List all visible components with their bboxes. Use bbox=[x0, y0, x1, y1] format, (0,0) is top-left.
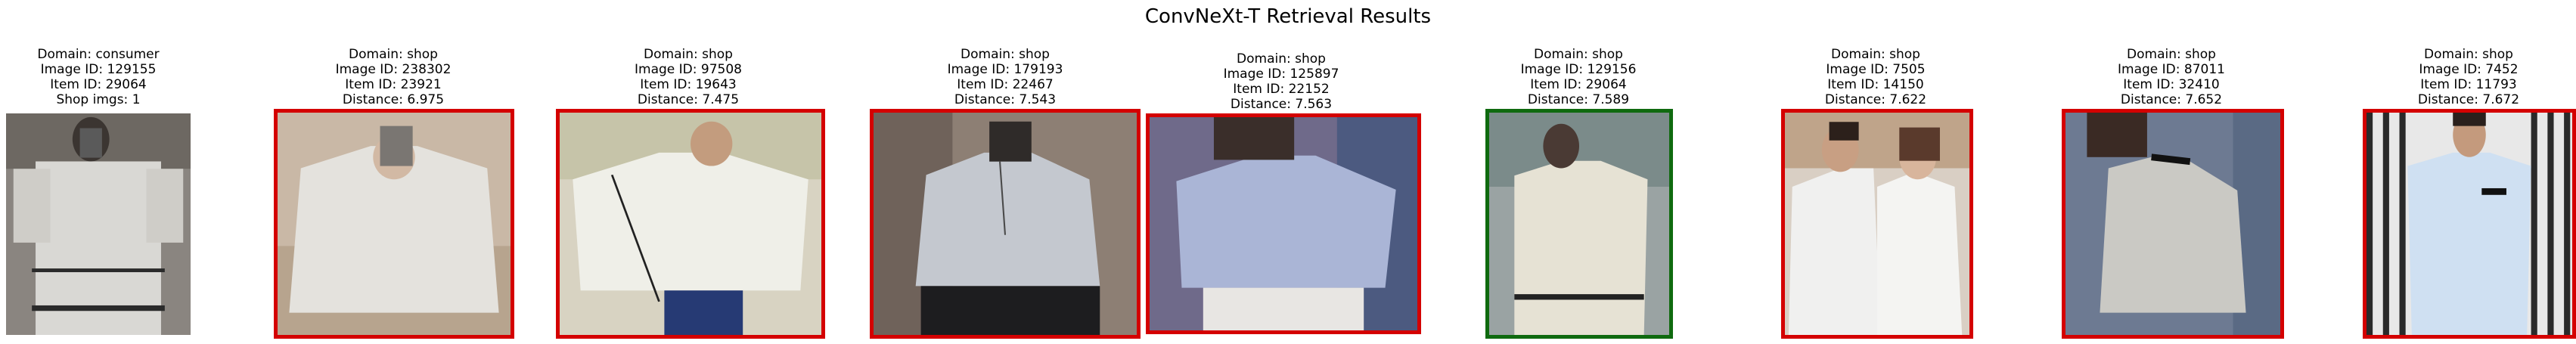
result-image-id: Image ID: 179193 bbox=[947, 62, 1063, 77]
result-caption: Domain: shop Image ID: 97508 Item ID: 19… bbox=[552, 47, 824, 107]
result-item-id: Item ID: 11793 bbox=[2420, 77, 2517, 92]
result-panel-7: Domain: shop Image ID: 87011 Item ID: 32… bbox=[2060, 0, 2284, 344]
query-domain: Domain: consumer bbox=[37, 47, 160, 62]
result-caption: Domain: shop Image ID: 7452 Item ID: 117… bbox=[2361, 47, 2576, 107]
result-distance: Distance: 7.475 bbox=[637, 92, 740, 107]
result-panel-2: Domain: shop Image ID: 97508 Item ID: 19… bbox=[552, 0, 825, 344]
result-domain: Domain: shop bbox=[349, 47, 438, 62]
query-shop-imgs: Shop imgs: 1 bbox=[56, 92, 141, 107]
result-image bbox=[556, 109, 825, 339]
query-panel: Domain: consumer Image ID: 129155 Item I… bbox=[0, 0, 197, 344]
result-distance: Distance: 6.975 bbox=[342, 92, 445, 107]
result-domain: Domain: shop bbox=[2424, 47, 2513, 62]
result-panel-5: Domain: shop Image ID: 129156 Item ID: 2… bbox=[1484, 0, 1673, 344]
result-panel-3: Domain: shop Image ID: 179193 Item ID: 2… bbox=[868, 0, 1142, 344]
result-distance: Distance: 7.563 bbox=[1230, 97, 1333, 112]
result-caption: Domain: shop Image ID: 238302 Item ID: 2… bbox=[272, 47, 514, 107]
result-domain: Domain: shop bbox=[644, 47, 733, 62]
result-item-id: Item ID: 22152 bbox=[1233, 82, 1330, 97]
result-caption: Domain: shop Image ID: 87011 Item ID: 32… bbox=[2060, 47, 2283, 107]
result-panel-6: Domain: shop Image ID: 7505 Item ID: 141… bbox=[1777, 0, 1974, 344]
result-item-id: Item ID: 22467 bbox=[957, 77, 1054, 92]
result-item-id: Item ID: 19643 bbox=[640, 77, 737, 92]
result-domain: Domain: shop bbox=[961, 47, 1050, 62]
result-domain: Domain: shop bbox=[1534, 47, 1623, 62]
query-caption: Domain: consumer Image ID: 129155 Item I… bbox=[0, 47, 197, 107]
result-item-id: Item ID: 23921 bbox=[345, 77, 442, 92]
result-image-id: Image ID: 238302 bbox=[335, 62, 452, 77]
result-image-id: Image ID: 7505 bbox=[1826, 62, 1926, 77]
result-caption: Domain: shop Image ID: 179193 Item ID: 2… bbox=[868, 47, 1142, 107]
result-distance: Distance: 7.589 bbox=[1527, 92, 1630, 107]
result-distance: Distance: 7.652 bbox=[2120, 92, 2223, 107]
result-image-id: Image ID: 87011 bbox=[2118, 62, 2225, 77]
result-distance: Distance: 7.622 bbox=[1824, 92, 1927, 107]
result-panel-4: Domain: shop Image ID: 125897 Item ID: 2… bbox=[1144, 0, 1421, 344]
result-image bbox=[2363, 109, 2576, 339]
result-item-id: Item ID: 32410 bbox=[2123, 77, 2220, 92]
result-caption: Domain: shop Image ID: 7505 Item ID: 141… bbox=[1777, 47, 1974, 107]
result-image-id: Image ID: 129156 bbox=[1520, 62, 1637, 77]
result-domain: Domain: shop bbox=[2127, 47, 2216, 62]
result-distance: Distance: 7.543 bbox=[954, 92, 1057, 107]
result-panel-8: Domain: shop Image ID: 7452 Item ID: 117… bbox=[2361, 0, 2576, 344]
result-image bbox=[2062, 109, 2284, 339]
result-panel-1: Domain: shop Image ID: 238302 Item ID: 2… bbox=[272, 0, 514, 344]
query-image-id: Image ID: 129155 bbox=[40, 62, 157, 77]
result-domain: Domain: shop bbox=[1831, 47, 1920, 62]
result-item-id: Item ID: 29064 bbox=[1530, 77, 1627, 92]
result-image bbox=[1485, 109, 1673, 339]
query-image bbox=[6, 113, 191, 335]
result-image bbox=[1146, 113, 1421, 334]
result-item-id: Item ID: 14150 bbox=[1827, 77, 1924, 92]
result-image bbox=[870, 109, 1141, 339]
result-distance: Distance: 7.672 bbox=[2417, 92, 2520, 107]
result-caption: Domain: shop Image ID: 125897 Item ID: 2… bbox=[1144, 51, 1419, 112]
result-domain: Domain: shop bbox=[1237, 51, 1326, 67]
query-item-id: Item ID: 29064 bbox=[50, 77, 147, 92]
result-image-id: Image ID: 7452 bbox=[2419, 62, 2519, 77]
result-image bbox=[274, 109, 514, 339]
result-caption: Domain: shop Image ID: 129156 Item ID: 2… bbox=[1484, 47, 1673, 107]
result-image-id: Image ID: 97508 bbox=[635, 62, 742, 77]
result-image-id: Image ID: 125897 bbox=[1223, 67, 1339, 82]
result-image bbox=[1781, 109, 1973, 339]
